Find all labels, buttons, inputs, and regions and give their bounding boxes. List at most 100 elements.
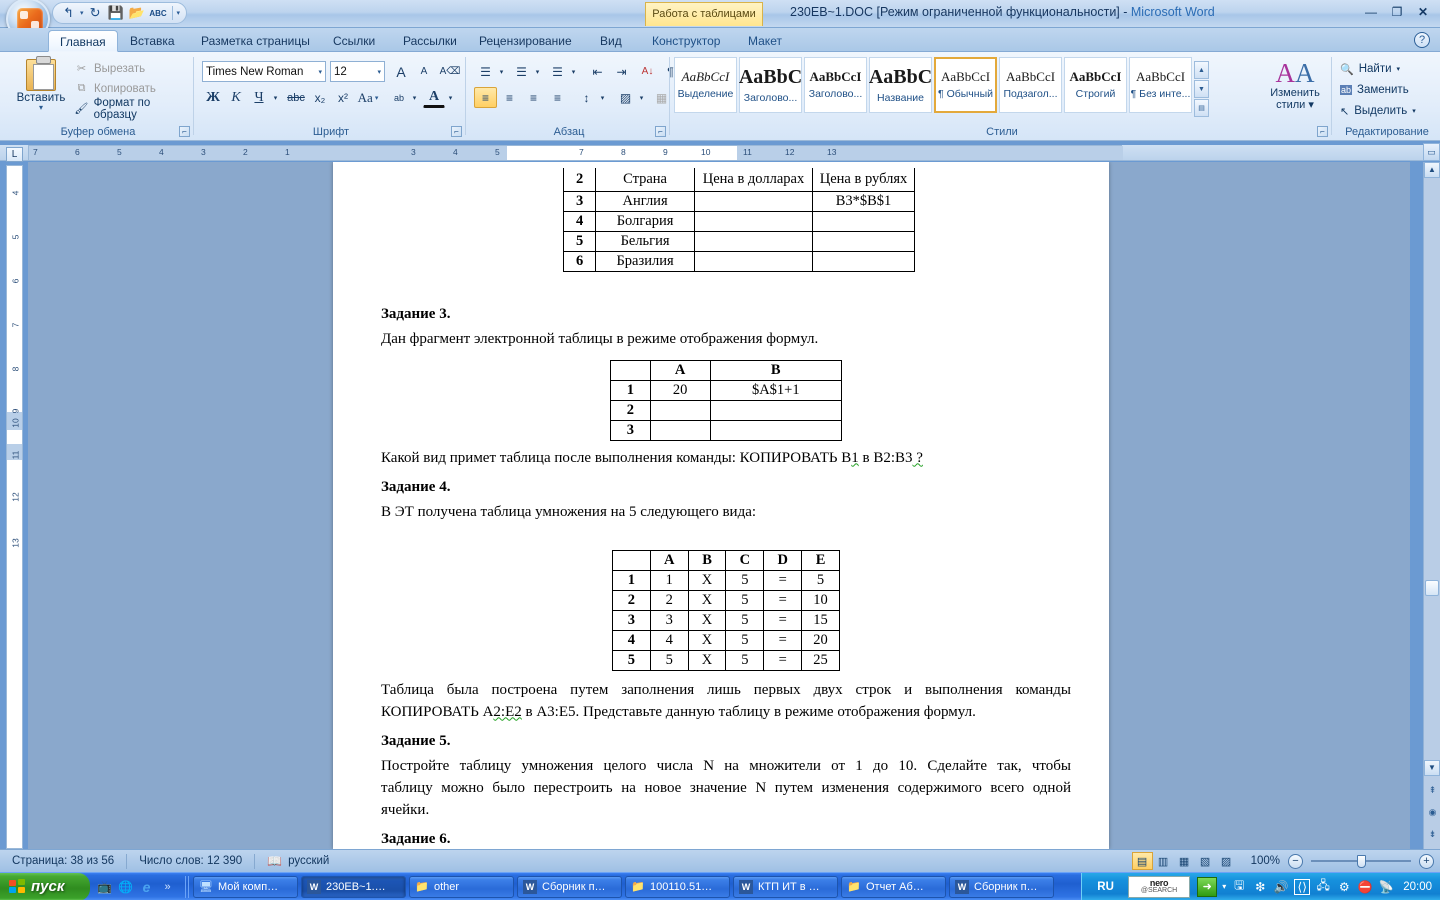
cell-rub[interactable]: B3*$B$1 <box>812 191 915 213</box>
cell-rownum[interactable]: 4 <box>612 629 651 651</box>
strikethrough-button[interactable]: abc <box>284 87 308 108</box>
cell-b3[interactable] <box>709 419 843 441</box>
table-countries[interactable]: 2 Страна Цена в долларах Цена в рублях 3… <box>562 168 915 273</box>
paste-caret-icon[interactable]: ▾ <box>12 104 70 112</box>
table-task3[interactable]: A B 1 20 $A$1+1 2 3 <box>610 359 843 441</box>
font-color-caret-icon[interactable]: ▾ <box>445 87 456 108</box>
cell-d[interactable]: = <box>763 589 803 611</box>
view-draft-button[interactable]: ▨ <box>1216 852 1237 870</box>
taskbar-window-100110[interactable]: 📁 100110.51… <box>625 875 730 898</box>
taskbar-window-other[interactable]: 📁 other <box>409 875 514 898</box>
style-item-emphasis[interactable]: AaBbCcI Выделение <box>674 57 737 113</box>
find-button[interactable]: 🔍 Найти ▾ <box>1340 59 1400 79</box>
cell-e[interactable]: 20 <box>801 629 840 651</box>
close-button[interactable]: ✕ <box>1412 3 1434 21</box>
font-size-caret-icon[interactable]: ▾ <box>373 68 381 76</box>
cell-a3[interactable] <box>649 419 711 441</box>
zoom-in-button[interactable]: + <box>1419 853 1434 869</box>
open-icon[interactable]: 📂 <box>128 4 147 23</box>
cell-usd[interactable]: Цена в долларах <box>693 168 814 193</box>
cell-d[interactable]: = <box>763 569 803 591</box>
clear-formatting-button[interactable]: A⌫ <box>438 61 462 82</box>
cell-country[interactable]: Англия <box>595 191 695 213</box>
tab-layout[interactable]: Макет <box>737 30 793 52</box>
spelling-icon[interactable]: ABC <box>149 4 168 23</box>
paste-button[interactable]: Вставить ▾ <box>12 56 70 119</box>
cell-d[interactable]: = <box>763 609 803 631</box>
cell-e[interactable]: 25 <box>801 649 840 671</box>
cell-b[interactable]: X <box>687 649 727 671</box>
style-item-heading2[interactable]: AaBbCcI Заголово... <box>804 57 867 113</box>
font-name-caret-icon[interactable]: ▾ <box>314 68 322 76</box>
cell-rownum[interactable]: 1 <box>612 569 651 591</box>
cell-a[interactable]: 1 <box>649 569 689 591</box>
scroll-up-button[interactable]: ▲ <box>1424 162 1440 178</box>
bold-button[interactable]: Ж <box>202 87 224 108</box>
taskbar-window-sbornik-2[interactable]: W Сборник п… <box>949 875 1054 898</box>
cell-b[interactable]: X <box>687 589 727 611</box>
multilevel-list-button[interactable]: ☰ <box>546 61 569 82</box>
cell-a[interactable]: 4 <box>649 629 689 651</box>
cell-b[interactable]: X <box>687 609 727 631</box>
tab-mailings[interactable]: Рассылки <box>392 30 468 52</box>
next-page-button[interactable]: ⇟ <box>1426 828 1439 841</box>
multilevel-caret-icon[interactable]: ▾ <box>568 61 579 82</box>
align-left-button[interactable]: ≡ <box>474 87 497 108</box>
underline-button[interactable]: Ч <box>248 87 270 108</box>
style-item-heading1[interactable]: AaBbC Заголово... <box>739 57 802 113</box>
internet-explorer-icon[interactable]: e <box>138 878 155 895</box>
shading-caret-icon[interactable]: ▾ <box>636 87 647 108</box>
select-caret-icon[interactable]: ▾ <box>1412 107 1416 115</box>
cell-rub[interactable] <box>812 231 915 253</box>
tab-page-layout[interactable]: Разметка страницы <box>190 30 321 52</box>
cell-rownum[interactable]: 5 <box>612 649 651 671</box>
view-full-screen-reading-button[interactable]: ▥ <box>1153 852 1174 870</box>
view-print-layout-button[interactable]: ▤ <box>1131 852 1153 870</box>
line-spacing-button[interactable]: ↕ <box>575 87 598 108</box>
table-row[interactable]: 3 3 X 5 = 15 <box>612 609 840 631</box>
taskbar-window-sbornik-1[interactable]: W Сборник п… <box>517 875 622 898</box>
bullets-caret-icon[interactable]: ▾ <box>496 61 507 82</box>
cell-corner[interactable] <box>612 549 651 571</box>
style-item-normal[interactable]: AaBbCcI ¶ Обычный <box>934 57 997 113</box>
cell-rownum[interactable]: 1 <box>610 379 651 401</box>
cell-usd[interactable] <box>693 251 814 273</box>
cell-c[interactable]: 5 <box>725 569 765 591</box>
cell-col-b[interactable]: B <box>687 549 727 571</box>
sort-button[interactable]: A↓ <box>636 61 659 82</box>
taskbar-window-otchet[interactable]: 📁 Отчет Аб… <box>841 875 946 898</box>
help-icon[interactable]: ? <box>1414 32 1430 48</box>
cell-a[interactable]: 5 <box>649 649 689 671</box>
cell-rownum[interactable]: 5 <box>562 231 597 253</box>
restore-button[interactable]: ❐ <box>1386 3 1408 21</box>
styles-scroll-up-button[interactable]: ▲ <box>1194 61 1209 79</box>
numbering-button[interactable]: ☰ <box>510 61 533 82</box>
font-color-button[interactable]: A <box>423 87 445 108</box>
align-right-button[interactable]: ≡ <box>522 87 545 108</box>
cell-rub[interactable] <box>812 211 915 233</box>
nero-caret-icon[interactable]: ▾ <box>1222 882 1226 891</box>
select-button[interactable]: ↖ Выделить ▾ <box>1340 101 1416 121</box>
cell-rownum[interactable]: 2 <box>562 168 597 193</box>
tab-home[interactable]: Главная <box>48 30 118 52</box>
zoom-slider[interactable] <box>1311 854 1411 868</box>
table-row[interactable]: 3 Англия B3*$B$1 <box>562 191 915 213</box>
change-styles-button[interactable]: AA Изменить стили ▾ <box>1264 59 1326 111</box>
paragraph-dialog-launcher[interactable]: ⌐ <box>655 126 666 137</box>
cell-b1[interactable]: $A$1+1 <box>709 379 843 401</box>
highlight-button[interactable]: ab <box>388 87 410 108</box>
globe-icon[interactable]: 🌐 <box>117 878 134 895</box>
split-window-handle[interactable]: ▭ <box>1423 143 1440 161</box>
cell-col-e[interactable]: E <box>801 549 840 571</box>
tab-design[interactable]: Конструктор <box>641 30 731 52</box>
cell-a2[interactable] <box>649 399 711 421</box>
tray-blocked-icon[interactable]: ⛔ <box>1357 879 1373 895</box>
cell-corner[interactable] <box>610 359 651 381</box>
view-web-layout-button[interactable]: ▦ <box>1174 852 1195 870</box>
cell-a1[interactable]: 20 <box>649 379 711 401</box>
cell-country[interactable]: Болгария <box>595 211 695 233</box>
tray-codec-icon[interactable]: ⟨⟩ <box>1294 878 1311 895</box>
previous-page-button[interactable]: ⇞ <box>1426 784 1439 797</box>
change-case-button[interactable]: Aa ▾ <box>355 87 381 108</box>
table-row[interactable]: 2 <box>610 399 843 421</box>
